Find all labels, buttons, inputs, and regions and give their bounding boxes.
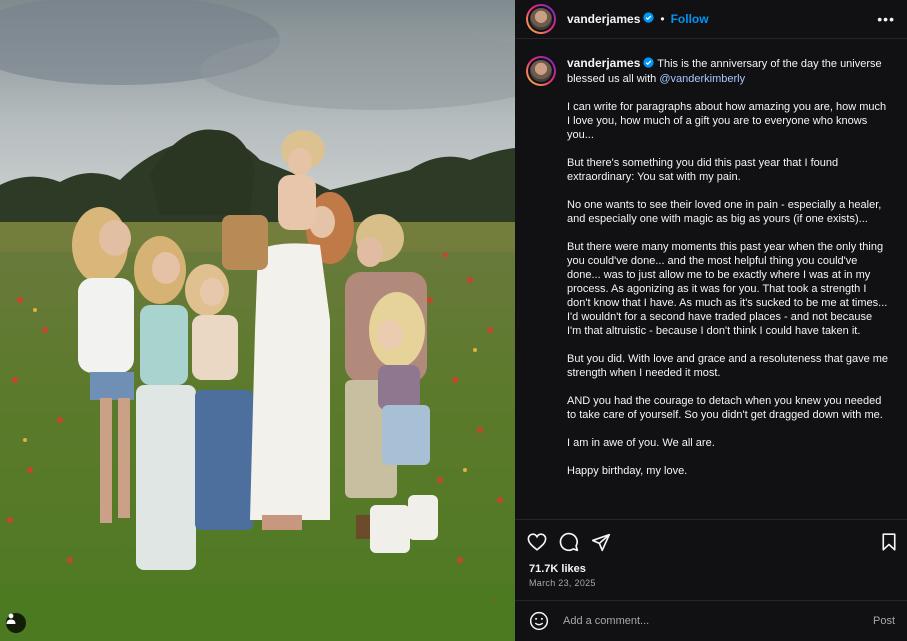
paper-plane-icon[interactable] [591,533,611,552]
caption-paragraph: But you did. With love and grace and a r… [567,352,889,379]
caption-paragraph: AND you had the courage to detach when y… [567,394,883,421]
caption-paragraph: I am in awe of you. We all are. [567,436,715,449]
caption-area: vanderjames This is the anniversary of t… [515,39,907,519]
more-options-icon[interactable]: ••• [877,11,895,27]
follow-button[interactable]: Follow [671,12,709,26]
family-field-photo [0,0,515,641]
verified-badge-icon [643,56,655,72]
separator-dot: • [660,12,665,26]
comment-input[interactable] [561,614,873,628]
comment-bar: Post [515,600,907,641]
bookmark-icon[interactable] [881,533,897,551]
tagged-users-button[interactable] [6,613,26,633]
mention-link[interactable]: @vanderkimberly [659,73,745,85]
caption-paragraph: But there were many moments this past ye… [567,240,888,337]
caption: vanderjames This is the anniversary of t… [567,56,889,519]
post-photo[interactable] [0,0,515,641]
heart-icon[interactable] [527,533,547,551]
verified-badge-icon [643,10,655,28]
caption-paragraph: Happy birthday, my love. [567,464,688,477]
post-date: March 23, 2025 [529,578,596,588]
likes-count[interactable]: 71.7K likes [515,557,907,575]
caption-avatar[interactable] [526,56,556,86]
caption-paragraph: I can write for paragraphs about how ama… [567,100,887,141]
instagram-post-modal: vanderjames • Follow ••• vanderjames Thi… [0,0,907,641]
caption-paragraph: No one wants to see their loved one in p… [567,198,882,225]
comment-icon[interactable] [559,532,579,552]
avatar[interactable] [526,4,556,34]
caption-username-link[interactable]: vanderjames [567,56,640,70]
post-comment-button[interactable]: Post [873,615,895,627]
smiley-icon[interactable] [529,611,549,631]
action-bar [515,519,907,557]
username-link[interactable]: vanderjames [567,12,640,26]
post-panel: vanderjames • Follow ••• vanderjames Thi… [515,0,907,641]
person-icon [6,613,16,624]
post-header: vanderjames • Follow ••• [515,0,907,39]
caption-paragraph: But there's something you did this past … [567,156,839,183]
